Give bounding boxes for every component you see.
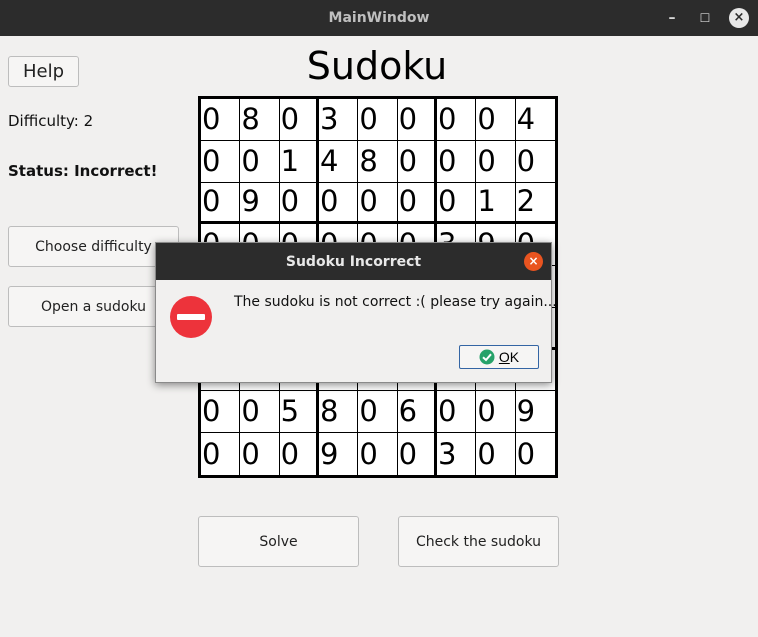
sudoku-cell-r7c7[interactable]: 0 — [476, 391, 516, 434]
main-window-content: Help Difficulty: 2 Status: Incorrect! Ch… — [0, 36, 758, 637]
difficulty-label: Difficulty: 2 — [8, 112, 94, 130]
maximize-icon[interactable]: ☐ — [695, 8, 715, 28]
sudoku-cell-r8c2[interactable]: 0 — [279, 433, 319, 475]
sudoku-cell-r7c0[interactable]: 0 — [201, 391, 241, 434]
sudoku-cell-r8c1[interactable]: 0 — [240, 433, 280, 475]
sudoku-cell-r7c4[interactable]: 0 — [358, 391, 398, 434]
incorrect-dialog: Sudoku Incorrect × The sudoku is not cor… — [155, 242, 557, 383]
sudoku-cell-r2c1[interactable]: 9 — [240, 182, 280, 225]
sudoku-cell-r2c8[interactable]: 2 — [515, 182, 555, 225]
sudoku-cell-r8c3[interactable]: 9 — [318, 433, 359, 475]
status-label: Status: Incorrect! — [8, 162, 158, 180]
close-icon[interactable]: × — [729, 8, 749, 28]
sudoku-cell-r8c8[interactable]: 0 — [515, 433, 555, 475]
dialog-close-icon[interactable]: × — [524, 252, 543, 271]
sudoku-cell-r1c5[interactable]: 0 — [397, 140, 437, 183]
choose-difficulty-button[interactable]: Choose difficulty — [8, 226, 179, 267]
sudoku-cell-r2c4[interactable]: 0 — [358, 182, 398, 225]
sudoku-cell-r2c3[interactable]: 0 — [318, 182, 359, 225]
sudoku-cell-r8c7[interactable]: 0 — [476, 433, 516, 475]
sudoku-cell-r0c4[interactable]: 0 — [358, 99, 398, 141]
sudoku-cell-r7c6[interactable]: 0 — [436, 391, 477, 434]
sudoku-cell-r0c6[interactable]: 0 — [436, 99, 477, 141]
check-sudoku-button[interactable]: Check the sudoku — [398, 516, 559, 567]
dialog-title: Sudoku Incorrect — [285, 253, 422, 270]
sudoku-cell-r8c4[interactable]: 0 — [358, 433, 398, 475]
sudoku-cell-r7c8[interactable]: 9 — [515, 391, 555, 434]
ok-button-label: OK — [498, 349, 520, 365]
dialog-message: The sudoku is not correct :( please try … — [234, 294, 557, 310]
sudoku-cell-r2c0[interactable]: 0 — [201, 182, 241, 225]
open-sudoku-button[interactable]: Open a sudoku — [8, 286, 179, 327]
sudoku-cell-r7c3[interactable]: 8 — [318, 391, 359, 434]
sudoku-cell-r7c5[interactable]: 6 — [397, 391, 437, 434]
dialog-titlebar: Sudoku Incorrect × — [156, 243, 551, 280]
sudoku-cell-r8c5[interactable]: 0 — [397, 433, 437, 475]
sudoku-cell-r0c0[interactable]: 0 — [201, 99, 241, 141]
sudoku-cell-r1c0[interactable]: 0 — [201, 140, 241, 183]
sudoku-cell-r1c2[interactable]: 1 — [279, 140, 319, 183]
sudoku-cell-r1c7[interactable]: 0 — [476, 140, 516, 183]
sudoku-cell-r7c2[interactable]: 5 — [279, 391, 319, 434]
sudoku-cell-r0c8[interactable]: 4 — [515, 99, 555, 141]
sudoku-cell-r1c3[interactable]: 4 — [318, 140, 359, 183]
sudoku-cell-r1c6[interactable]: 0 — [436, 140, 477, 183]
window-title: MainWindow — [328, 10, 430, 26]
checkmark-icon — [479, 349, 495, 365]
sudoku-cell-r0c3[interactable]: 3 — [318, 99, 359, 141]
sudoku-cell-r0c7[interactable]: 0 — [476, 99, 516, 141]
window-titlebar: MainWindow – ☐ × — [0, 0, 758, 36]
minimize-icon[interactable]: – — [662, 8, 682, 28]
ok-button[interactable]: OK — [459, 345, 539, 369]
sudoku-cell-r0c2[interactable]: 0 — [279, 99, 319, 141]
solve-button[interactable]: Solve — [198, 516, 359, 567]
sudoku-cell-r8c6[interactable]: 3 — [436, 433, 477, 475]
sudoku-cell-r1c4[interactable]: 8 — [358, 140, 398, 183]
sudoku-cell-r2c2[interactable]: 0 — [279, 182, 319, 225]
page-title: Sudoku — [306, 44, 448, 88]
sudoku-cell-r2c7[interactable]: 1 — [476, 182, 516, 225]
sudoku-cell-r0c1[interactable]: 8 — [240, 99, 280, 141]
sudoku-cell-r2c5[interactable]: 0 — [397, 182, 437, 225]
sudoku-cell-r7c1[interactable]: 0 — [240, 391, 280, 434]
sudoku-cell-r8c0[interactable]: 0 — [201, 433, 241, 475]
sudoku-cell-r1c1[interactable]: 0 — [240, 140, 280, 183]
sudoku-cell-r0c5[interactable]: 0 — [397, 99, 437, 141]
help-button[interactable]: Help — [8, 56, 79, 87]
sudoku-cell-r1c8[interactable]: 0 — [515, 140, 555, 183]
sudoku-cell-r2c6[interactable]: 0 — [436, 182, 477, 225]
stop-icon — [170, 296, 212, 338]
